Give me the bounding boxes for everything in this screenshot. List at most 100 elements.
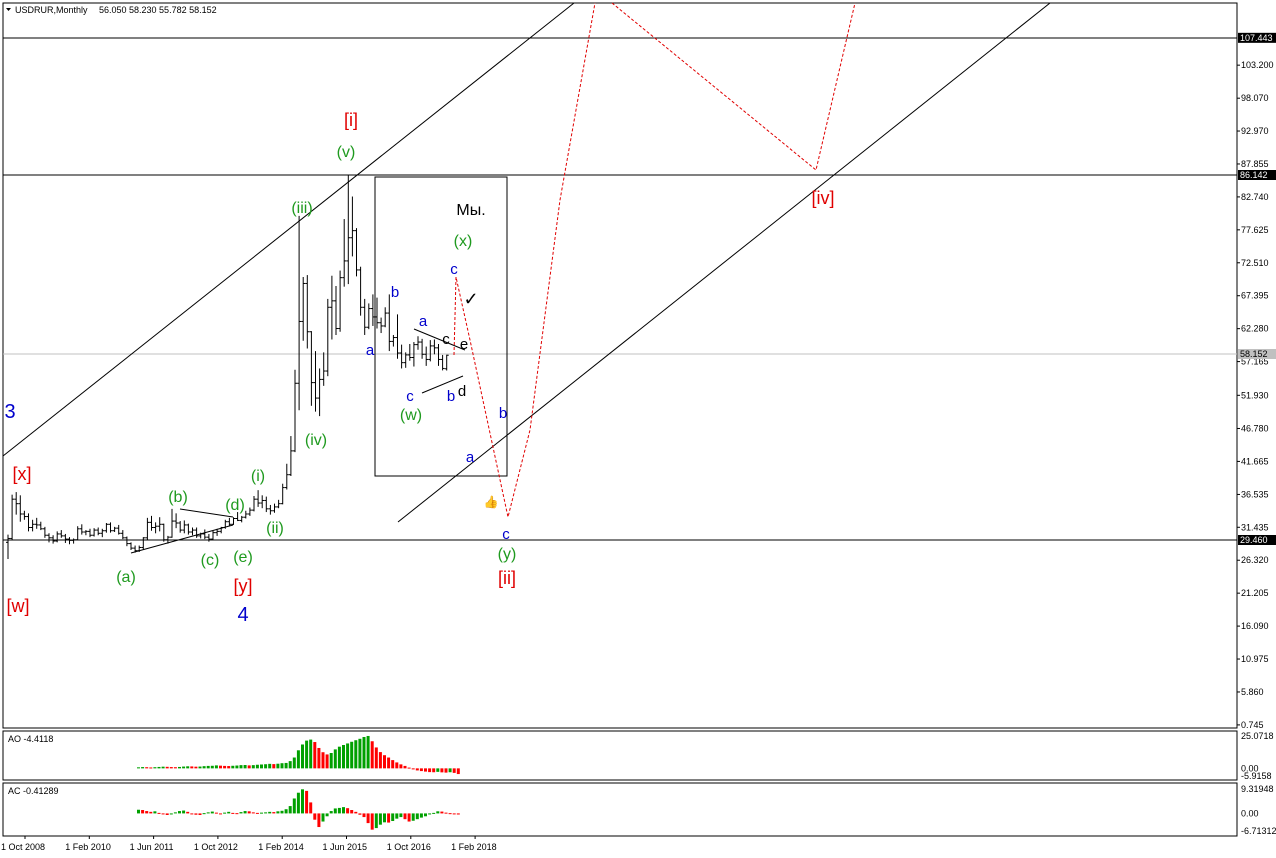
wave-label: c [502,526,510,543]
wave-label: [ii] [498,568,516,588]
indicator-bar [186,811,190,814]
wave-label: [w] [6,596,29,616]
indicator-bar [198,813,202,815]
indicator-bar [173,812,177,814]
indicator-bar [346,743,350,769]
indicator-bar [153,811,157,814]
indicator-bar [452,768,456,773]
indicator-bar [272,812,276,814]
wave-label: (w) [400,407,422,424]
indicator-bar [231,765,235,769]
indicator-bar [268,763,272,769]
indicator-bar [333,749,337,769]
time-tick-label: 1 Feb 2014 [258,842,304,852]
indicator-axis-label: 25.0718 [1241,731,1274,741]
wave-label: [x] [12,464,31,484]
price-axis: 103.200 98.070 92.970 87.855 82.740 77.625 72.… [1237,60,1274,730]
indicator-bar [370,813,374,830]
symbol-label: USDRUR,Monthly [15,5,88,15]
indicator-bar [309,802,313,814]
indicator-bar [407,767,411,769]
wave-label: (iv) [305,432,327,449]
indicator-bar [190,813,194,815]
price-tick-label: 87.855 [1241,159,1269,169]
indicator-bar [149,767,153,769]
indicator-bar [383,813,386,823]
indicator-bar [452,813,456,815]
ac-title: AC -0.41289 [8,786,59,796]
indicator-bar [210,765,214,769]
indicator-bar [296,750,300,769]
level-tag: 107.443 [1238,32,1276,43]
indicator-bar [387,757,391,769]
indicator-bar [317,747,321,769]
indicator-bar [305,790,309,814]
indicator-bar [190,766,194,769]
price-tick-label: 16.090 [1241,621,1269,631]
indicator-bar [415,813,419,820]
indicator-bar [362,736,366,769]
time-tick-label: 1 Feb 2018 [451,842,497,852]
indicator-bar [436,768,440,772]
indicator-bar [403,765,407,769]
indicator-bar [206,765,210,769]
indicator-bar [440,811,444,814]
indicator-bar [305,740,309,769]
indicator-bar [411,813,415,821]
indicator-bar [370,741,374,769]
indicator-bar [342,744,345,769]
indicator-bar [280,763,284,769]
indicator-bar [321,752,325,769]
price-tick-label: 26.320 [1241,555,1269,565]
time-tick-label: 1 Feb 2010 [65,842,111,852]
indicator-bar [145,767,149,769]
indicator-bar [337,746,341,769]
price-tick-label: 41.665 [1241,456,1269,466]
indicator-bar [227,766,231,769]
indicator-bar [255,812,259,814]
indicator-bar [202,813,206,815]
indicator-bar [173,767,177,769]
indicator-bar [247,765,251,769]
indicator-bar [214,765,218,769]
indicator-bar [317,813,321,828]
price-tick-label: 62.280 [1241,324,1269,334]
indicator-bar [206,812,210,814]
wave-label: a [419,313,428,330]
price-tick-label: 98.070 [1241,93,1269,103]
indicator-bar [346,808,350,814]
indicator-bar [428,768,432,773]
indicator-axis-label: -5.9158 [1241,771,1272,781]
price-tick-label: 46.780 [1241,423,1269,433]
indicator-bar [137,767,140,769]
indicator-bar [235,813,239,815]
indicator-bar [444,768,448,773]
ohlc-values: 56.050 58.230 55.782 58.152 [99,5,217,15]
wave-label: 3 [4,401,15,423]
indicator-bar [309,739,313,769]
indicator-bar [424,813,427,817]
time-tick-label: 1 Jun 2015 [323,842,368,852]
indicator-bar [219,813,222,815]
indicator-bar [145,811,149,814]
indicator-bar [182,810,186,814]
indicator-bar [329,753,333,769]
indicator-bar [243,811,247,814]
indicator-bar [292,798,296,814]
wave-label: (e) [233,549,253,566]
indicator-bar [219,765,222,769]
level-tag-label: 58.152 [1240,349,1268,359]
indicator-bar [354,740,358,769]
indicator-bar [284,809,288,814]
indicator-bar [268,811,272,814]
level-tag-label: 107.443 [1240,33,1273,43]
indicator-bar [424,768,427,772]
indicator-axis-label: 0.00 [1241,808,1259,818]
indicator-bar [157,766,161,769]
indicator-bar [182,766,186,769]
indicator-bar [296,792,300,814]
indicator-bar [456,813,460,815]
indicator-bar [440,768,444,773]
indicator-bar [141,810,145,814]
level-tag: 58.152 [1238,349,1276,359]
